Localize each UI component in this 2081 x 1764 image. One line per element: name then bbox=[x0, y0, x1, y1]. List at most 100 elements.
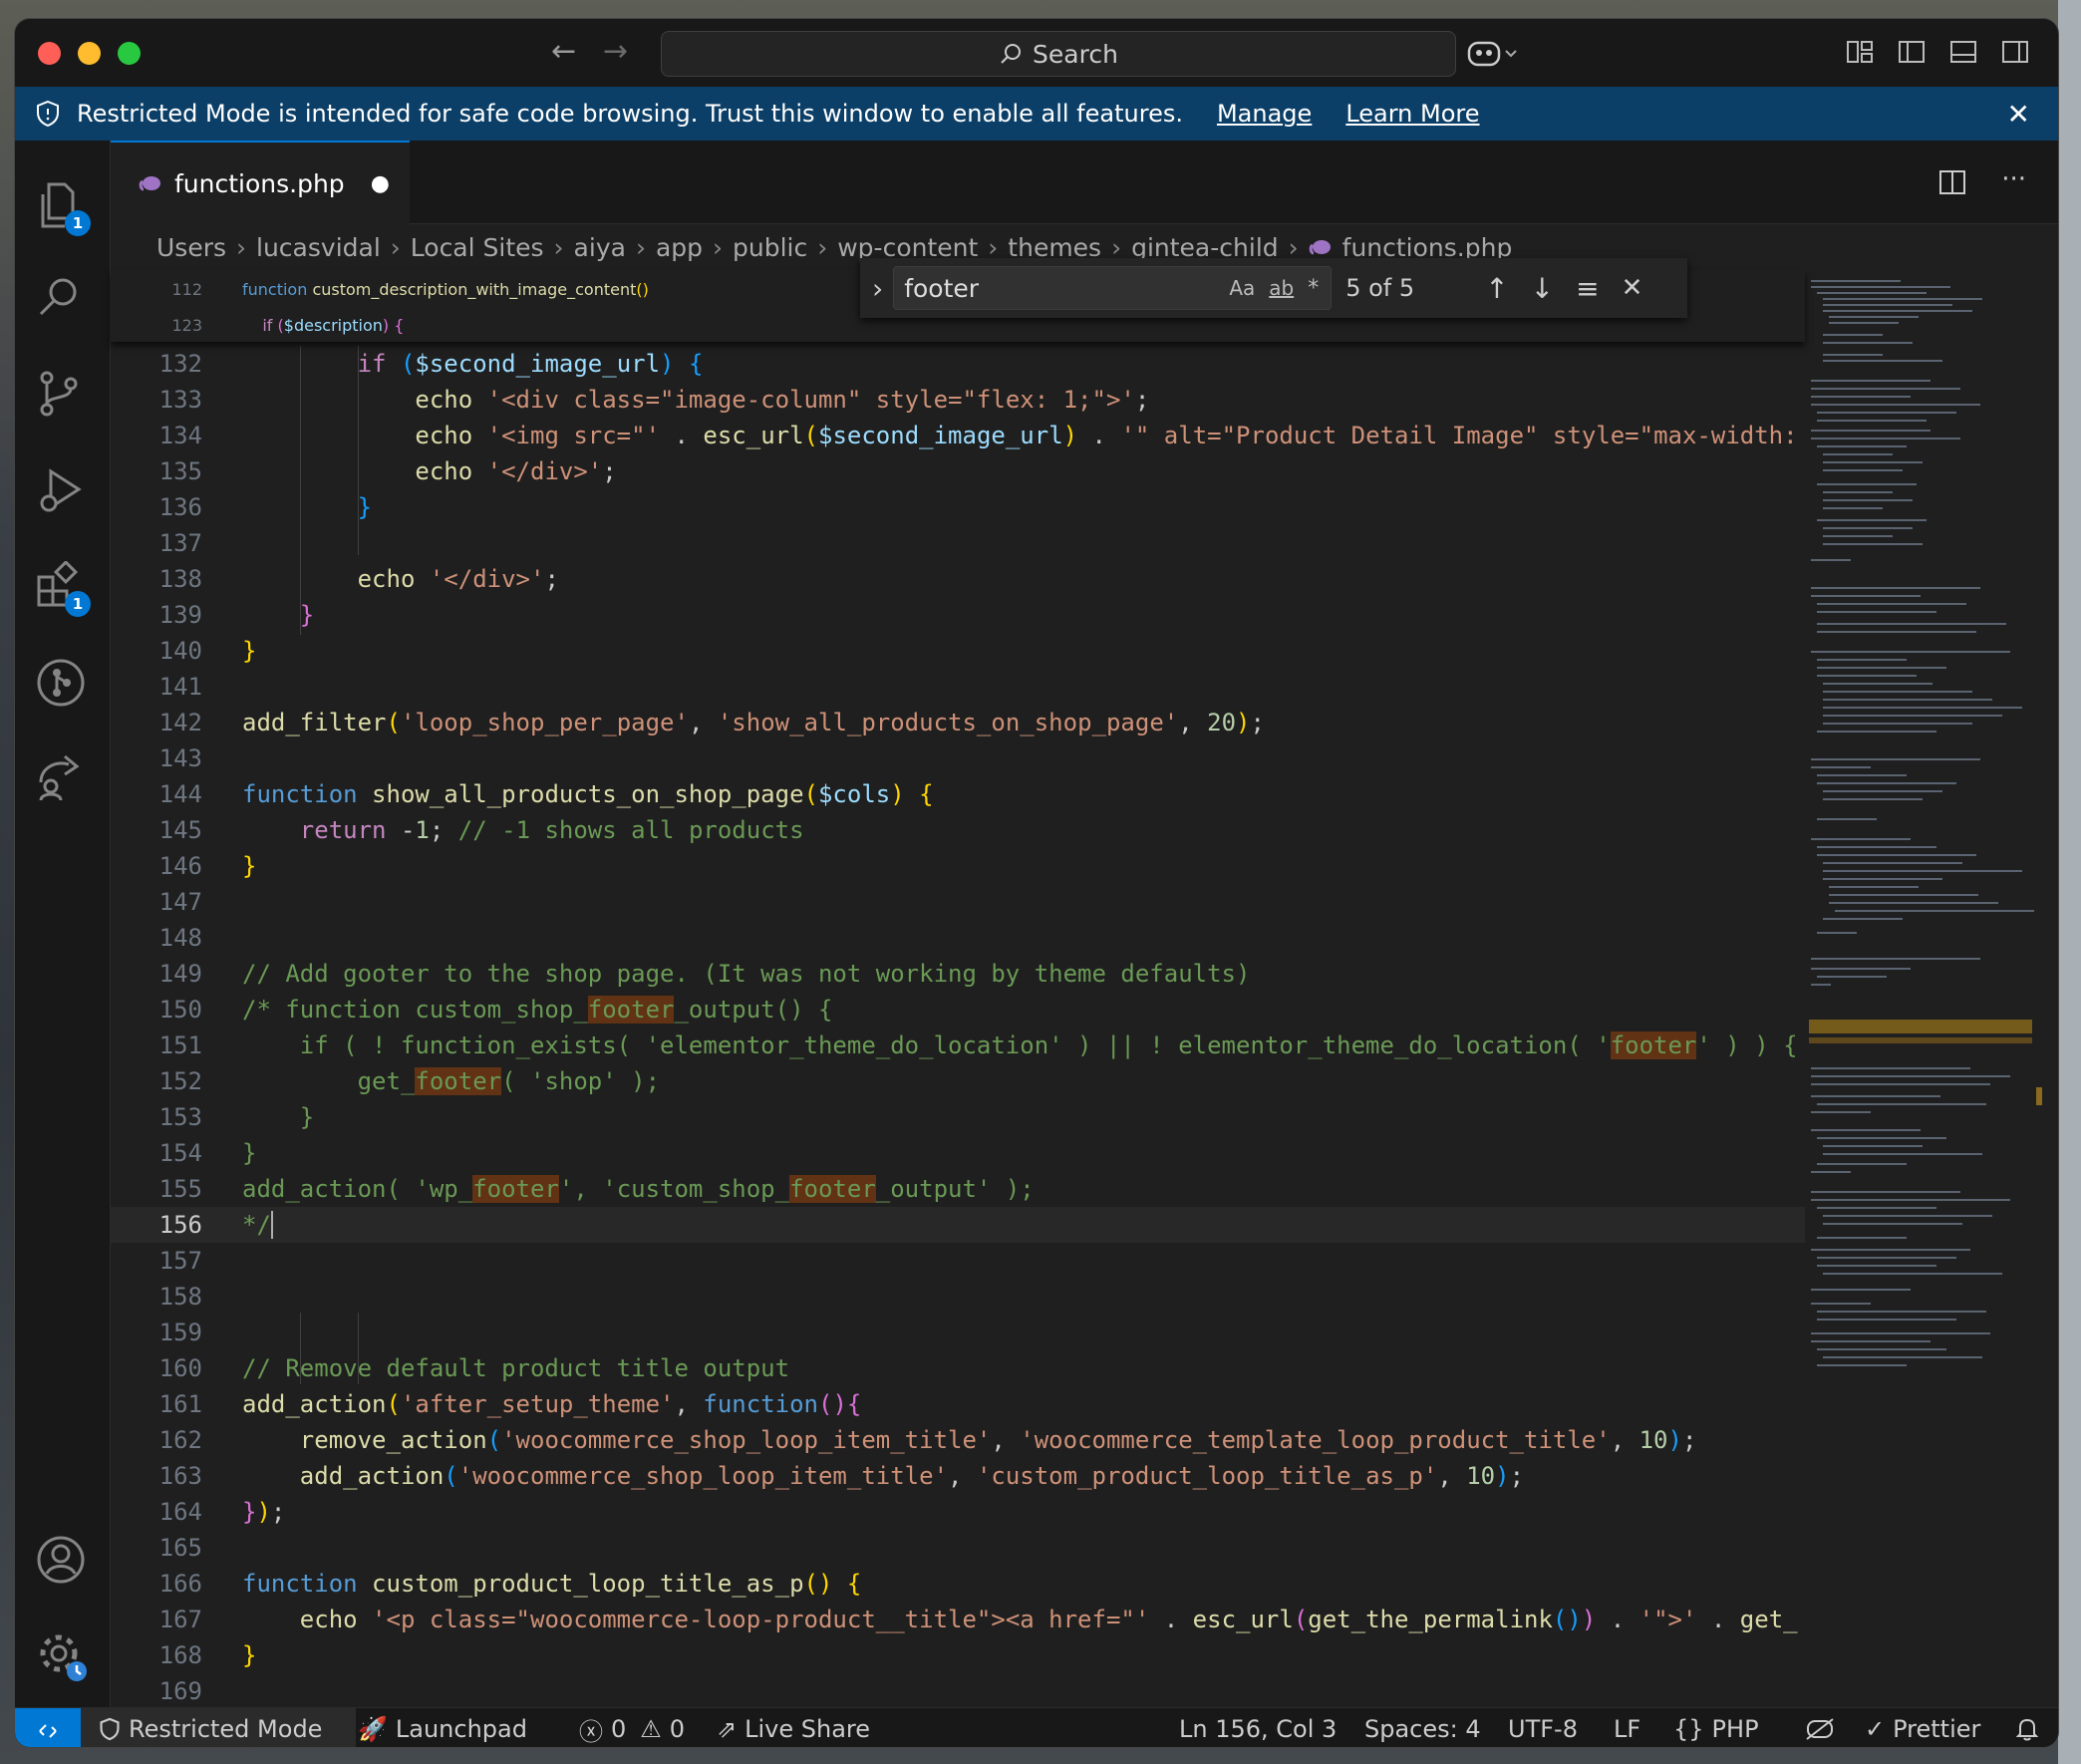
code-line[interactable]: 156 */ bbox=[111, 1207, 1805, 1243]
more-actions-icon[interactable]: ··· bbox=[2001, 164, 2026, 194]
line-number: 165 bbox=[158, 1534, 202, 1562]
code-line[interactable]: 169 bbox=[111, 1673, 1805, 1707]
code-line[interactable]: 139 } bbox=[111, 597, 1805, 633]
code-line[interactable]: 158 bbox=[111, 1279, 1805, 1315]
extensions-icon[interactable]: 1 bbox=[35, 559, 91, 617]
notifications-bell-icon[interactable] bbox=[2016, 1708, 2038, 1747]
desktop-edge bbox=[2058, 0, 2081, 1764]
code-line[interactable]: 148 bbox=[111, 920, 1805, 956]
tab-functions-php[interactable]: functions.php ● bbox=[111, 141, 410, 224]
accounts-icon[interactable] bbox=[35, 1534, 91, 1590]
next-match-icon[interactable]: ↓ bbox=[1531, 272, 1554, 305]
close-banner-icon[interactable]: ✕ bbox=[2007, 98, 2030, 131]
previous-match-icon[interactable]: ↑ bbox=[1485, 272, 1508, 305]
breadcrumb-item[interactable]: Users bbox=[156, 233, 226, 262]
find-input[interactable]: footer Aa ab * bbox=[893, 266, 1333, 310]
code-line[interactable]: 147 bbox=[111, 884, 1805, 920]
breadcrumb-item[interactable]: Local Sites bbox=[411, 233, 544, 262]
problems-indicator[interactable]: ⓧ 0 ⚠ 0 bbox=[579, 1708, 685, 1747]
code-line[interactable]: 149 // Add gooter to the shop page. (It w… bbox=[111, 956, 1805, 992]
code-line[interactable]: 150 /* function custom_shop_footer_output… bbox=[111, 992, 1805, 1028]
code-line[interactable]: 140} bbox=[111, 633, 1805, 669]
code-line[interactable]: 160 // Remove default product title outpu… bbox=[111, 1350, 1805, 1386]
toggle-primary-sidebar-icon[interactable] bbox=[1897, 37, 1927, 71]
live-share-status[interactable]: ⇗ Live Share bbox=[717, 1708, 870, 1747]
line-number: 132 bbox=[158, 350, 202, 378]
breadcrumb-item[interactable]: lucasvidal bbox=[256, 233, 381, 262]
unsaved-dot[interactable]: ● bbox=[371, 171, 390, 196]
code-line[interactable]: 164}); bbox=[111, 1494, 1805, 1530]
manage-link[interactable]: Manage bbox=[1217, 100, 1312, 128]
toggle-panel-icon[interactable] bbox=[1948, 37, 1978, 71]
restricted-mode-indicator[interactable]: Restricted Mode bbox=[81, 1708, 356, 1747]
close-window-button[interactable] bbox=[38, 42, 61, 65]
code-line[interactable]: 157 bbox=[111, 1243, 1805, 1279]
learn-more-link[interactable]: Learn More bbox=[1345, 100, 1479, 128]
command-search-box[interactable]: Search bbox=[661, 31, 1456, 77]
toggle-secondary-sidebar-icon[interactable] bbox=[2000, 37, 2030, 71]
manage-gear-icon[interactable] bbox=[35, 1629, 91, 1685]
prettier-indicator[interactable]: ✓ Prettier bbox=[1865, 1708, 1980, 1747]
live-share-icon[interactable] bbox=[35, 752, 91, 808]
code-line[interactable]: 159 bbox=[111, 1315, 1805, 1350]
code-line[interactable]: 137 bbox=[111, 525, 1805, 561]
copilot-icon[interactable] bbox=[1466, 37, 1520, 73]
code-line[interactable]: 151 if ( ! function_exists( 'elementor_t… bbox=[111, 1028, 1805, 1063]
code-line[interactable]: 165 bbox=[111, 1530, 1805, 1566]
code-line[interactable]: 168} bbox=[111, 1637, 1805, 1673]
code-line[interactable]: 154} bbox=[111, 1135, 1805, 1171]
find-in-selection-icon[interactable]: ≡ bbox=[1576, 272, 1599, 305]
source-control-icon[interactable] bbox=[35, 370, 91, 426]
copilot-status-icon[interactable] bbox=[1805, 1708, 1835, 1747]
breadcrumb-item[interactable]: public bbox=[733, 233, 807, 262]
code-line[interactable]: 141 bbox=[111, 669, 1805, 705]
back-arrow-icon[interactable]: ← bbox=[551, 37, 576, 67]
minimap[interactable] bbox=[1805, 270, 2044, 1707]
close-find-icon[interactable]: ✕ bbox=[1622, 273, 1643, 303]
encoding-indicator[interactable]: UTF-8 bbox=[1508, 1708, 1578, 1747]
code-line[interactable]: 143 bbox=[111, 740, 1805, 776]
use-regex-toggle[interactable]: * bbox=[1308, 276, 1319, 301]
launchpad-indicator[interactable]: 🚀 Launchpad bbox=[358, 1708, 527, 1747]
maximize-window-button[interactable] bbox=[118, 42, 141, 65]
search-view-icon[interactable] bbox=[35, 274, 91, 330]
code-line[interactable]: 153 } bbox=[111, 1099, 1805, 1135]
code-line[interactable]: 136 } bbox=[111, 489, 1805, 525]
eol-indicator[interactable]: LF bbox=[1614, 1708, 1640, 1747]
code-line[interactable]: 135 echo '</div>'; bbox=[111, 453, 1805, 489]
code-line[interactable]: 144 function show_all_products_on_shop_pa… bbox=[111, 776, 1805, 812]
language-mode[interactable]: {} PHP bbox=[1673, 1708, 1759, 1747]
code-line[interactable]: 155 add_action( 'wp_footer', 'custom_shop… bbox=[111, 1171, 1805, 1207]
code-line[interactable]: 138 echo '</div>'; bbox=[111, 561, 1805, 597]
code-line[interactable]: 166 function custom_product_loop_title_as… bbox=[111, 1566, 1805, 1602]
code-line[interactable]: 134 echo '<img src="' . esc_url($second_… bbox=[111, 418, 1805, 453]
git-graph-icon[interactable] bbox=[35, 657, 91, 713]
customize-layout-icon[interactable] bbox=[1845, 37, 1875, 71]
breadcrumb-item[interactable]: aiya bbox=[574, 233, 626, 262]
forward-arrow-icon[interactable]: → bbox=[603, 37, 628, 67]
match-case-toggle[interactable]: Aa bbox=[1229, 276, 1255, 300]
code-editor[interactable]: 132 if ($second_image_url) {133 echo '<d… bbox=[111, 270, 1805, 1707]
code-line[interactable]: 161 add_action('after_setup_theme', funct… bbox=[111, 1386, 1805, 1422]
explorer-icon[interactable]: 1 bbox=[35, 180, 91, 236]
minimize-window-button[interactable] bbox=[78, 42, 101, 65]
remote-indicator[interactable] bbox=[15, 1708, 81, 1747]
code-line[interactable]: 152 get_footer( 'shop' ); bbox=[111, 1063, 1805, 1099]
line-number: 136 bbox=[158, 493, 202, 521]
toggle-replace-chevron-icon[interactable]: › bbox=[872, 272, 883, 305]
code-line[interactable]: 132 if ($second_image_url) { bbox=[111, 346, 1805, 382]
code-line[interactable]: 163 add_action('woocommerce_shop_loop_it… bbox=[111, 1458, 1805, 1494]
run-and-debug-icon[interactable] bbox=[35, 465, 91, 521]
code-line[interactable]: 133 echo '<div class="image-column" styl… bbox=[111, 382, 1805, 418]
split-editor-icon[interactable] bbox=[1938, 168, 1966, 200]
code-line[interactable]: 146} bbox=[111, 848, 1805, 884]
code-line[interactable]: 162 remove_action('woocommerce_shop_loop… bbox=[111, 1422, 1805, 1458]
code-line[interactable]: 167 echo '<p class="woocommerce-loop-pro… bbox=[111, 1602, 1805, 1637]
code-line[interactable]: 145 return -1; // -1 shows all products bbox=[111, 812, 1805, 848]
code-line[interactable]: 142 add_filter('loop_shop_per_page', 'sho… bbox=[111, 705, 1805, 740]
line-number: 157 bbox=[158, 1247, 202, 1275]
indentation-indicator[interactable]: Spaces: 4 bbox=[1364, 1708, 1481, 1747]
match-whole-word-toggle[interactable]: ab bbox=[1269, 276, 1294, 300]
cursor-position[interactable]: Ln 156, Col 3 bbox=[1179, 1708, 1337, 1747]
breadcrumb-item[interactable]: app bbox=[656, 233, 703, 262]
